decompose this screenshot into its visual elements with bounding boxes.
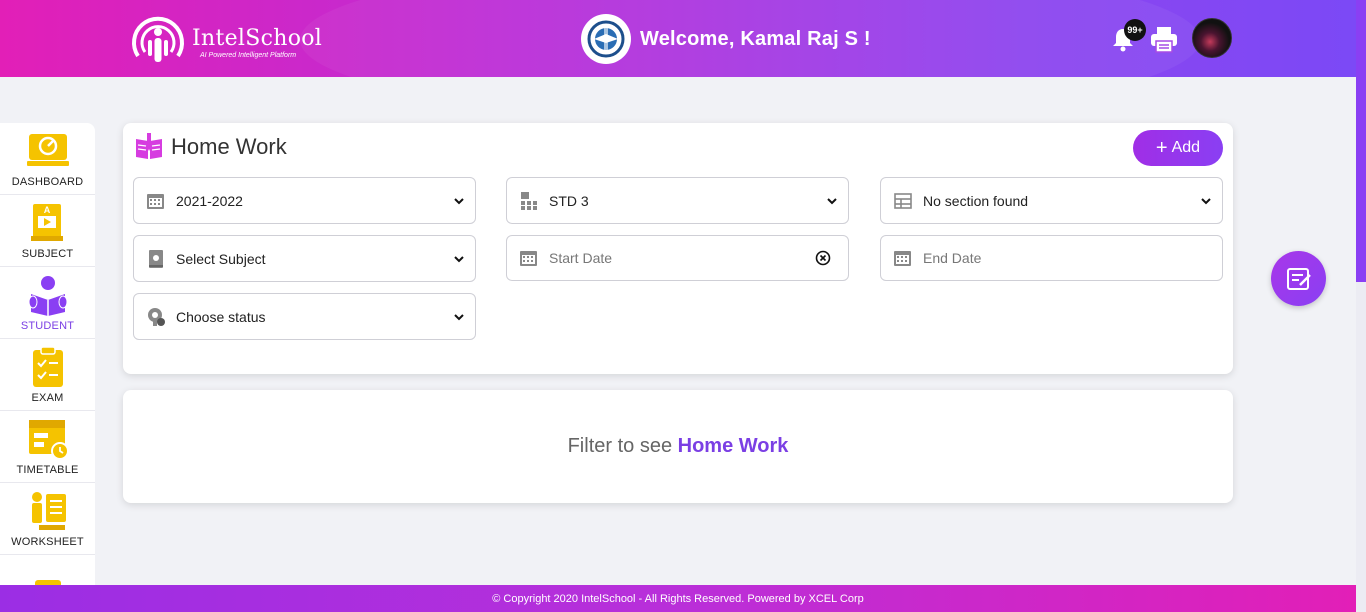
end-date-input[interactable]: End Date bbox=[880, 235, 1223, 281]
school-logo-icon bbox=[581, 14, 631, 64]
sidebar-item-label: TIMETABLE bbox=[16, 464, 79, 476]
empty-state-prefix: Filter to see bbox=[567, 435, 673, 457]
student-icon bbox=[28, 276, 67, 316]
sidebar-item-more[interactable] bbox=[0, 555, 95, 585]
start-date-placeholder: Start Date bbox=[549, 250, 613, 266]
welcome-area: Welcome, Kamal Raj S ! bbox=[581, 14, 871, 64]
homework-book-icon bbox=[136, 133, 162, 159]
add-homework-button[interactable]: + Add bbox=[1133, 130, 1223, 166]
top-header: IntelSchool AI Powered Intelligent Platf… bbox=[0, 0, 1366, 77]
standard-value: STD 3 bbox=[549, 192, 589, 209]
section-select[interactable]: No section found bbox=[880, 177, 1223, 224]
app-logo[interactable]: IntelSchool AI Powered Intelligent Platf… bbox=[128, 12, 322, 66]
calendar-icon bbox=[894, 251, 911, 266]
add-button-label: Add bbox=[1171, 139, 1201, 156]
svg-text:A: A bbox=[43, 205, 50, 215]
dashboard-icon bbox=[26, 134, 69, 166]
clear-circle-icon[interactable] bbox=[815, 250, 831, 266]
subject-book-icon bbox=[149, 249, 163, 268]
edit-note-icon bbox=[1286, 267, 1311, 290]
scrollbar-thumb[interactable] bbox=[1356, 0, 1366, 282]
sidebar-item-dashboard[interactable]: DASHBOARD bbox=[0, 123, 95, 195]
calendar-icon bbox=[147, 193, 164, 209]
sidebar-item-label: STUDENT bbox=[20, 320, 75, 332]
timetable-icon bbox=[28, 420, 69, 460]
plus-icon: + bbox=[1155, 137, 1168, 159]
logo-tagline: AI Powered Intelligent Platform bbox=[200, 51, 297, 59]
section-value: No section found bbox=[923, 192, 1029, 209]
academic-year-value: 2021-2022 bbox=[176, 192, 243, 209]
classroom-icon bbox=[521, 191, 537, 210]
user-avatar[interactable] bbox=[1192, 18, 1232, 58]
end-date-placeholder: End Date bbox=[923, 250, 982, 266]
page-title-text: Home Work bbox=[171, 134, 287, 159]
homework-result-card: Filter to see Home Work bbox=[123, 390, 1233, 503]
page-title: Home Work bbox=[135, 133, 287, 161]
chevron-down-icon bbox=[454, 255, 464, 262]
table-grid-icon bbox=[894, 192, 912, 209]
chevron-down-icon bbox=[827, 197, 837, 204]
chevron-down-icon bbox=[1201, 197, 1211, 204]
sidebar-item-exam[interactable]: EXAM bbox=[0, 339, 95, 411]
intelschool-logo-icon bbox=[132, 16, 184, 62]
status-select[interactable]: Choose status bbox=[133, 293, 476, 340]
welcome-message: Welcome, Kamal Raj S ! bbox=[640, 27, 871, 50]
subject-select[interactable]: Select Subject bbox=[133, 235, 476, 282]
sidebar-item-label: SUBJECT bbox=[21, 248, 74, 260]
sidebar: DASHBOARD A SUBJECT STUDENT EXAM TIMETAB… bbox=[0, 123, 95, 585]
sidebar-item-label: DASHBOARD bbox=[11, 176, 84, 188]
chevron-down-icon bbox=[454, 313, 464, 320]
calendar-icon bbox=[520, 251, 537, 266]
status-icon bbox=[148, 307, 165, 326]
worksheet-icon bbox=[31, 492, 66, 530]
notification-badge: 99+ bbox=[1124, 19, 1146, 41]
sidebar-item-subject[interactable]: A SUBJECT bbox=[0, 195, 95, 267]
quick-note-button[interactable] bbox=[1271, 251, 1326, 306]
standard-select[interactable]: STD 3 bbox=[506, 177, 849, 224]
sidebar-item-label: WORKSHEET bbox=[11, 536, 84, 548]
status-value: Choose status bbox=[176, 308, 266, 325]
empty-state-highlight: Home Work bbox=[677, 435, 789, 457]
sidebar-item-label: EXAM bbox=[31, 392, 64, 404]
printer-icon[interactable] bbox=[1149, 24, 1179, 54]
homework-filter-card: Home Work + Add 2021-2022 STD 3 No secti… bbox=[123, 123, 1233, 374]
sidebar-item-worksheet[interactable]: WORKSHEET bbox=[0, 483, 95, 555]
exam-clipboard-icon bbox=[32, 346, 63, 387]
start-date-input[interactable]: Start Date bbox=[506, 235, 849, 281]
sidebar-item-student[interactable]: STUDENT bbox=[0, 267, 95, 339]
subject-value: Select Subject bbox=[176, 250, 266, 267]
academic-year-select[interactable]: 2021-2022 bbox=[133, 177, 476, 224]
idea-icon bbox=[34, 580, 61, 585]
logo-name: IntelSchool bbox=[192, 25, 323, 51]
copyright-text: © Copyright 2020 IntelSchool - All Right… bbox=[492, 592, 864, 605]
footer: © Copyright 2020 IntelSchool - All Right… bbox=[0, 585, 1356, 612]
empty-state-message: Filter to see Home Work bbox=[568, 435, 789, 458]
chevron-down-icon bbox=[454, 197, 464, 204]
subject-icon: A bbox=[30, 204, 63, 241]
sidebar-item-timetable[interactable]: TIMETABLE bbox=[0, 411, 95, 483]
